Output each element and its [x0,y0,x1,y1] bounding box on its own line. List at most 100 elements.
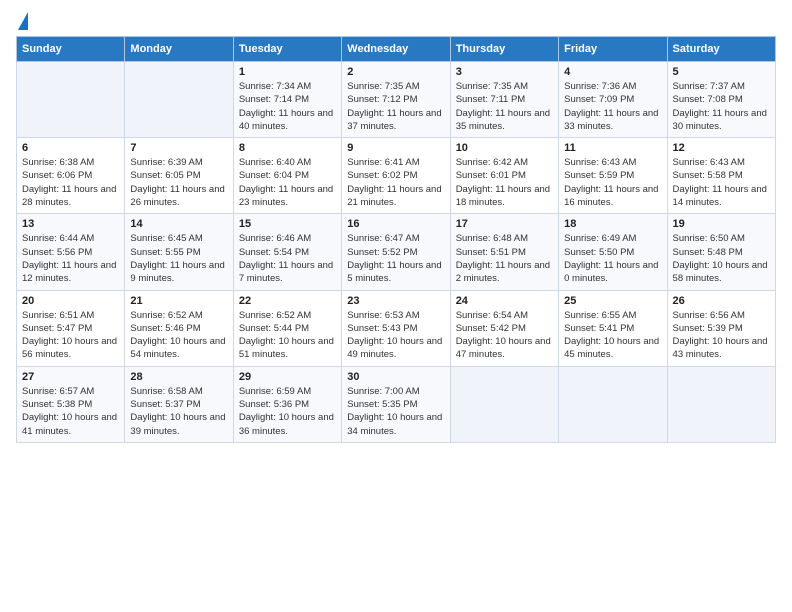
day-number: 20 [22,295,119,307]
calendar-cell: 21Sunrise: 6:52 AM Sunset: 5:46 PM Dayli… [125,290,233,366]
calendar-cell: 3Sunrise: 7:35 AM Sunset: 7:11 PM Daylig… [450,62,558,138]
calendar-cell [125,62,233,138]
day-info: Sunrise: 6:58 AM Sunset: 5:37 PM Dayligh… [130,385,227,438]
day-info: Sunrise: 6:50 AM Sunset: 5:48 PM Dayligh… [673,232,770,285]
day-info: Sunrise: 6:49 AM Sunset: 5:50 PM Dayligh… [564,232,661,285]
day-number: 10 [456,142,553,154]
day-number: 29 [239,371,336,383]
day-number: 23 [347,295,444,307]
day-info: Sunrise: 6:40 AM Sunset: 6:04 PM Dayligh… [239,156,336,209]
calendar-cell: 14 Sunrise: 6:45 AM Sunset: 5:55 PM Dayli… [125,214,233,290]
calendar-cell [450,366,558,442]
day-number: 7 [130,142,227,154]
day-info: Sunrise: 6:42 AM Sunset: 6:01 PM Dayligh… [456,156,553,209]
day-number: 25 [564,295,661,307]
calendar-header-wednesday: Wednesday [342,37,450,62]
day-info: Sunrise: 6:52 AM Sunset: 5:44 PM Dayligh… [239,309,336,362]
calendar-week-row: 27 Sunrise: 6:57 AM Sunset: 5:38 PM Dayli… [17,366,776,442]
calendar-cell: 17 Sunrise: 6:48 AM Sunset: 5:51 PM Dayli… [450,214,558,290]
day-info: Sunrise: 6:48 AM Sunset: 5:51 PM Dayligh… [456,232,553,285]
calendar-cell: 26 Sunrise: 6:56 AM Sunset: 5:39 PM Dayli… [667,290,775,366]
day-number: 27 [22,371,119,383]
day-info: Sunrise: 6:38 AM Sunset: 6:06 PM Dayligh… [22,156,119,209]
day-number: 17 [456,218,553,230]
day-info: Sunrise: 6:43 AM Sunset: 5:58 PM Dayligh… [673,156,770,209]
calendar-cell: 15 Sunrise: 6:46 AM Sunset: 5:54 PM Dayli… [233,214,341,290]
day-number: 15 [239,218,336,230]
day-info: Sunrise: 7:00 AM Sunset: 5:35 PM Dayligh… [347,385,444,438]
calendar-cell: 9 Sunrise: 6:41 AM Sunset: 6:02 PM Daylig… [342,138,450,214]
day-info: Sunrise: 6:53 AM Sunset: 5:43 PM Dayligh… [347,309,444,362]
day-info: Sunrise: 6:41 AM Sunset: 6:02 PM Dayligh… [347,156,444,209]
calendar-cell: 23 Sunrise: 6:53 AM Sunset: 5:43 PM Dayli… [342,290,450,366]
logo-triangle-icon [18,12,28,30]
day-number: 19 [673,218,770,230]
day-info: Sunrise: 6:55 AM Sunset: 5:41 PM Dayligh… [564,309,661,362]
day-number: 18 [564,218,661,230]
calendar-week-row: 6 Sunrise: 6:38 AM Sunset: 6:06 PM Daylig… [17,138,776,214]
calendar-header-thursday: Thursday [450,37,558,62]
day-info: Sunrise: 6:46 AM Sunset: 5:54 PM Dayligh… [239,232,336,285]
day-info: Sunrise: 6:59 AM Sunset: 5:36 PM Dayligh… [239,385,336,438]
day-info: Sunrise: 7:34 AM Sunset: 7:14 PM Dayligh… [239,80,336,133]
calendar-header-friday: Friday [559,37,667,62]
header [16,16,776,26]
calendar-cell: 4 Sunrise: 7:36 AM Sunset: 7:09 PM Daylig… [559,62,667,138]
logo [16,16,28,26]
calendar-header-row: SundayMondayTuesdayWednesdayThursdayFrid… [17,37,776,62]
day-number: 2 [347,66,444,78]
day-number: 14 [130,218,227,230]
calendar-week-row: 1 Sunrise: 7:34 AM Sunset: 7:14 PM Daylig… [17,62,776,138]
day-number: 3 [456,66,553,78]
calendar-cell: 6 Sunrise: 6:38 AM Sunset: 6:06 PM Daylig… [17,138,125,214]
calendar-header-monday: Monday [125,37,233,62]
day-number: 4 [564,66,661,78]
calendar-cell: 27 Sunrise: 6:57 AM Sunset: 5:38 PM Dayli… [17,366,125,442]
calendar-cell: 16Sunrise: 6:47 AM Sunset: 5:52 PM Dayli… [342,214,450,290]
day-number: 26 [673,295,770,307]
calendar-week-row: 13Sunrise: 6:44 AM Sunset: 5:56 PM Dayli… [17,214,776,290]
day-number: 5 [673,66,770,78]
day-number: 12 [673,142,770,154]
calendar-cell: 10 Sunrise: 6:42 AM Sunset: 6:01 PM Dayli… [450,138,558,214]
calendar-cell [559,366,667,442]
calendar-header-sunday: Sunday [17,37,125,62]
day-info: Sunrise: 7:35 AM Sunset: 7:12 PM Dayligh… [347,80,444,133]
day-info: Sunrise: 6:39 AM Sunset: 6:05 PM Dayligh… [130,156,227,209]
calendar-cell: 18 Sunrise: 6:49 AM Sunset: 5:50 PM Dayli… [559,214,667,290]
day-number: 9 [347,142,444,154]
calendar-cell: 11Sunrise: 6:43 AM Sunset: 5:59 PM Dayli… [559,138,667,214]
calendar-cell: 19 Sunrise: 6:50 AM Sunset: 5:48 PM Dayli… [667,214,775,290]
day-number: 16 [347,218,444,230]
calendar-cell [17,62,125,138]
calendar-header-saturday: Saturday [667,37,775,62]
day-number: 6 [22,142,119,154]
calendar-week-row: 20 Sunrise: 6:51 AM Sunset: 5:47 PM Dayli… [17,290,776,366]
day-number: 8 [239,142,336,154]
day-info: Sunrise: 6:56 AM Sunset: 5:39 PM Dayligh… [673,309,770,362]
day-info: Sunrise: 6:45 AM Sunset: 5:55 PM Dayligh… [130,232,227,285]
calendar-cell: 20 Sunrise: 6:51 AM Sunset: 5:47 PM Dayli… [17,290,125,366]
day-number: 30 [347,371,444,383]
calendar-cell: 13Sunrise: 6:44 AM Sunset: 5:56 PM Dayli… [17,214,125,290]
day-number: 1 [239,66,336,78]
calendar-cell: 28 Sunrise: 6:58 AM Sunset: 5:37 PM Dayli… [125,366,233,442]
calendar-cell: 12 Sunrise: 6:43 AM Sunset: 5:58 PM Dayli… [667,138,775,214]
day-number: 28 [130,371,227,383]
calendar-cell: 30 Sunrise: 7:00 AM Sunset: 5:35 PM Dayli… [342,366,450,442]
calendar-table: SundayMondayTuesdayWednesdayThursdayFrid… [16,36,776,443]
calendar-cell: 8 Sunrise: 6:40 AM Sunset: 6:04 PM Daylig… [233,138,341,214]
day-info: Sunrise: 7:37 AM Sunset: 7:08 PM Dayligh… [673,80,770,133]
day-number: 24 [456,295,553,307]
calendar-cell: 29 Sunrise: 6:59 AM Sunset: 5:36 PM Dayli… [233,366,341,442]
day-info: Sunrise: 6:51 AM Sunset: 5:47 PM Dayligh… [22,309,119,362]
calendar-cell: 5 Sunrise: 7:37 AM Sunset: 7:08 PM Daylig… [667,62,775,138]
day-number: 13 [22,218,119,230]
day-number: 21 [130,295,227,307]
day-info: Sunrise: 6:57 AM Sunset: 5:38 PM Dayligh… [22,385,119,438]
calendar-cell [667,366,775,442]
calendar-cell: 24Sunrise: 6:54 AM Sunset: 5:42 PM Dayli… [450,290,558,366]
calendar-cell: 2 Sunrise: 7:35 AM Sunset: 7:12 PM Daylig… [342,62,450,138]
calendar-cell: 22Sunrise: 6:52 AM Sunset: 5:44 PM Dayli… [233,290,341,366]
day-info: Sunrise: 7:36 AM Sunset: 7:09 PM Dayligh… [564,80,661,133]
